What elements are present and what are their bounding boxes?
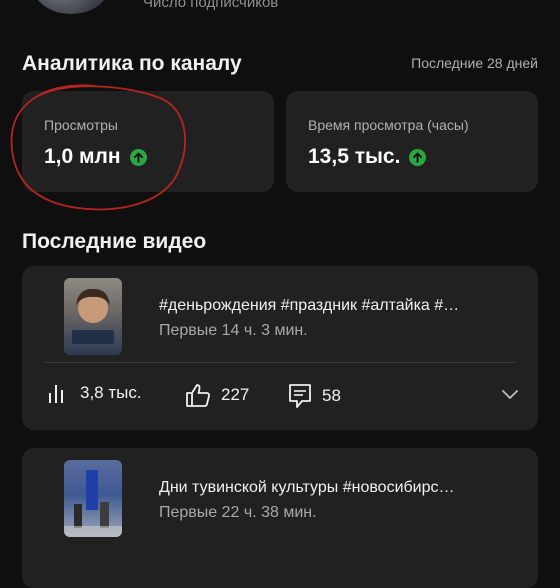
video-title[interactable]: Дни тувинской культуры #новосибирс…: [159, 479, 455, 497]
video-card[interactable]: #деньрождения #праздник #алтайка #… Перв…: [22, 266, 538, 430]
video-thumbnail[interactable]: [64, 278, 122, 355]
video-subtitle: Первые 14 ч. 3 мин.: [159, 322, 308, 339]
views-value-row: 1,0 млн: [44, 145, 147, 169]
watch-time-value: 13,5 тыс.: [308, 145, 401, 168]
range-label[interactable]: Последние 28 дней: [411, 55, 538, 71]
comments-metric: 58: [288, 383, 341, 409]
person-photo-icon: [72, 288, 114, 344]
video-title[interactable]: #деньрождения #праздник #алтайка #…: [159, 297, 459, 315]
views-metric: 3,8 тыс.: [48, 383, 142, 403]
views-count: 3,8 тыс.: [80, 383, 142, 402]
channel-avatar[interactable]: [32, 0, 110, 14]
trend-up-icon: [409, 148, 427, 166]
watch-time-label: Время просмотра (часы): [308, 117, 469, 133]
views-value: 1,0 млн: [44, 145, 121, 168]
thumbs-up-icon: [186, 384, 210, 407]
divider: [44, 362, 516, 363]
watch-time-card[interactable]: Время просмотра (часы) 13,5 тыс.: [286, 91, 538, 192]
views-label: Просмотры: [44, 117, 118, 133]
subscribers-label: Число подписчиков: [143, 0, 279, 11]
recent-videos-title: Последние видео: [22, 230, 207, 253]
analytics-title: Аналитика по каналу: [22, 52, 242, 75]
comment-icon: [289, 384, 311, 408]
bar-chart-icon: [49, 385, 63, 403]
video-thumbnail[interactable]: [64, 460, 122, 537]
comments-count: 58: [322, 386, 341, 405]
video-card[interactable]: Дни тувинской культуры #новосибирс… Перв…: [22, 448, 538, 588]
trend-up-icon: [129, 148, 147, 166]
event-photo-icon: [64, 470, 122, 537]
views-card[interactable]: Просмотры 1,0 млн: [22, 91, 274, 192]
likes-metric: 227: [185, 383, 249, 407]
chevron-down-icon[interactable]: [500, 384, 520, 404]
likes-count: 227: [221, 385, 250, 404]
video-subtitle: Первые 22 ч. 38 мин.: [159, 504, 317, 521]
watch-time-value-row: 13,5 тыс.: [308, 145, 427, 169]
